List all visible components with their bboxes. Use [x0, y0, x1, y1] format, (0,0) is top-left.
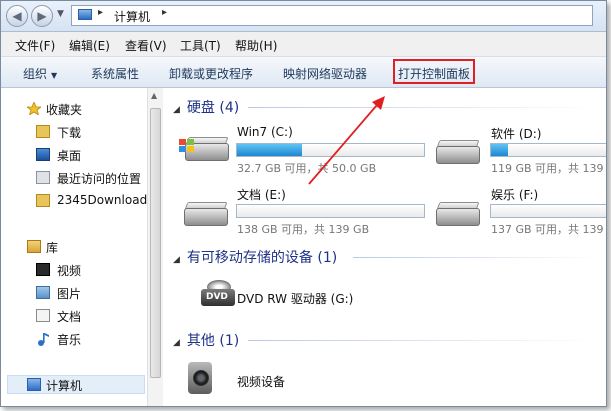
annotation-arrow [308, 96, 385, 185]
explorer-window: ◀ ▶ ▼ ▸ 计算机 ▸ 文件(F) 编辑(E) 查看(V) 工具(T) 帮助… [0, 0, 607, 407]
